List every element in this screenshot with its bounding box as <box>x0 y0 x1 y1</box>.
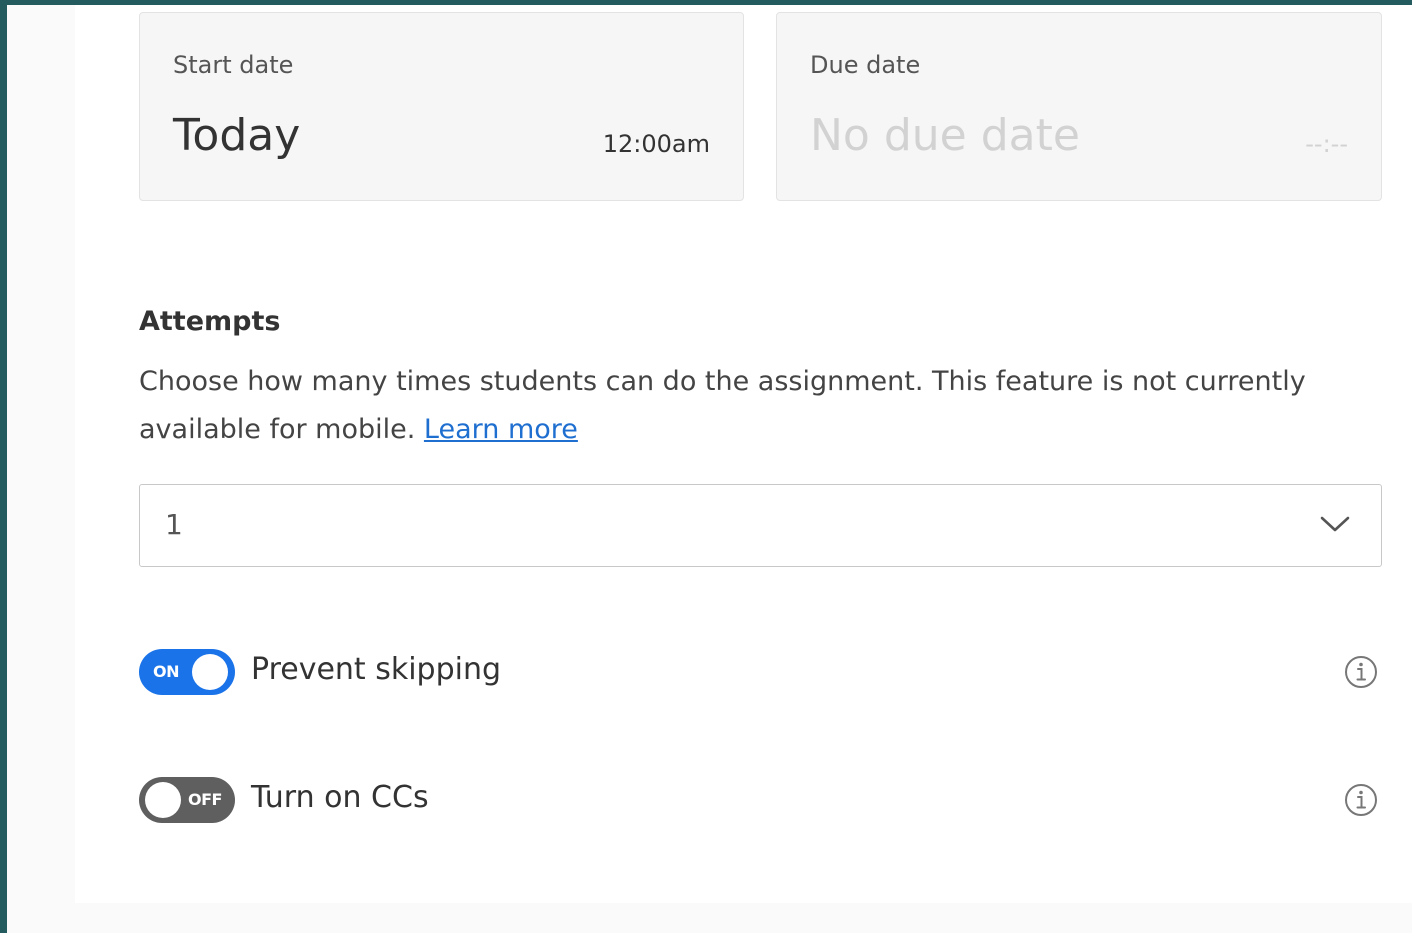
prevent-skipping-label: Prevent skipping <box>251 652 502 687</box>
info-icon[interactable] <box>1343 782 1379 818</box>
prevent-skipping-toggle[interactable]: ON <box>139 649 235 695</box>
attempts-select-value: 1 <box>165 508 183 541</box>
chevron-down-icon <box>1320 516 1350 532</box>
start-time-value[interactable]: 12:00am <box>603 130 710 158</box>
learn-more-link[interactable]: Learn more <box>424 414 578 445</box>
due-date-label: Due date <box>810 51 921 79</box>
attempts-description-text: Choose how many times students can do th… <box>139 366 1306 445</box>
start-date-field[interactable]: Start date Today 12:00am <box>139 12 744 201</box>
toggle-state-text: ON <box>153 662 180 681</box>
attempts-select[interactable]: 1 <box>139 484 1382 567</box>
attempts-title: Attempts <box>139 306 281 337</box>
due-date-field[interactable]: Due date No due date --:-- <box>776 12 1382 201</box>
attempts-description: Choose how many times students can do th… <box>139 358 1369 454</box>
due-time-value[interactable]: --:-- <box>1305 130 1348 158</box>
toggle-knob <box>192 654 228 690</box>
toggle-state-text: OFF <box>188 790 222 809</box>
toggle-knob <box>145 782 181 818</box>
window-frame-left <box>0 0 7 933</box>
start-date-value: Today <box>173 110 301 161</box>
turn-on-ccs-label: Turn on CCs <box>251 780 429 815</box>
due-date-value: No due date <box>810 110 1080 161</box>
turn-on-ccs-toggle[interactable]: OFF <box>139 777 235 823</box>
info-icon[interactable] <box>1343 654 1379 690</box>
start-date-label: Start date <box>173 51 294 79</box>
